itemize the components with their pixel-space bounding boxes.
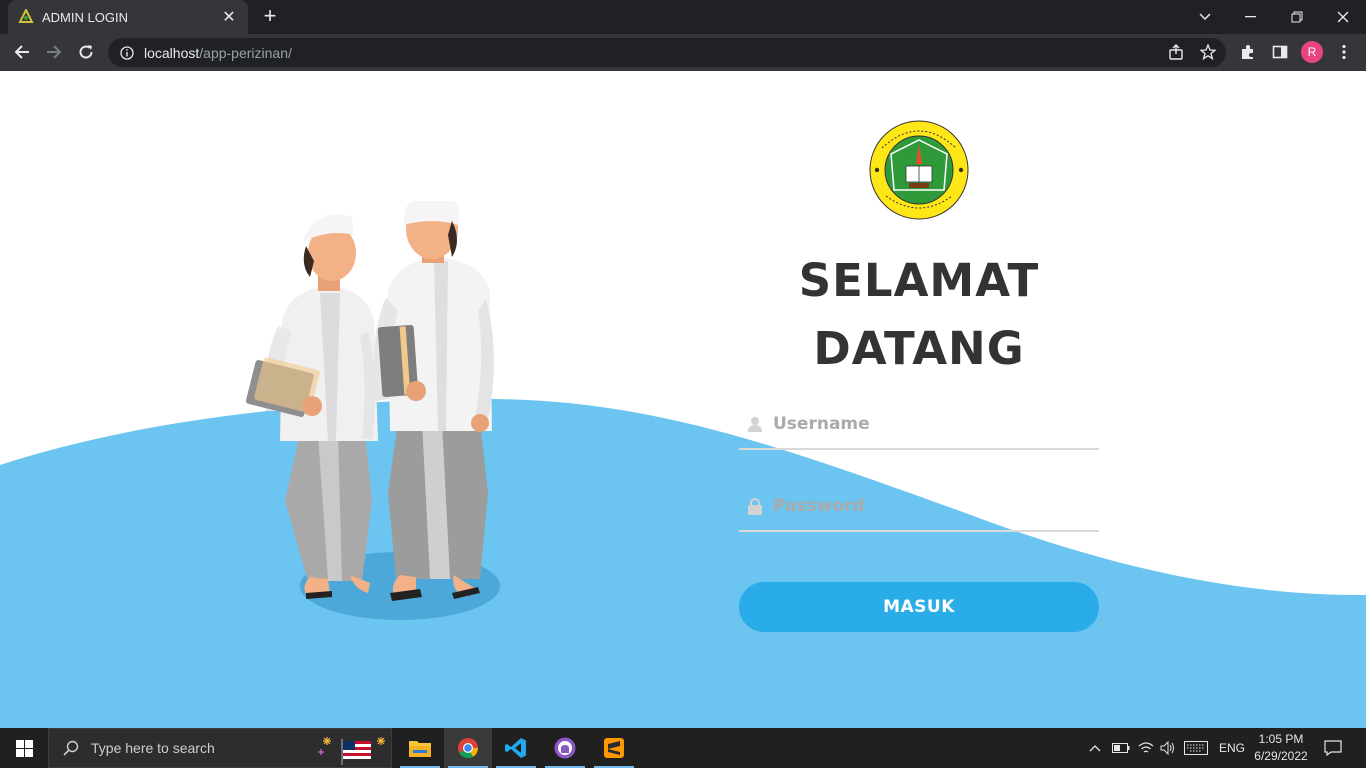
sublime-icon (604, 738, 624, 758)
login-button[interactable]: MASUK (739, 582, 1099, 632)
password-field (739, 482, 1099, 532)
notifications-icon[interactable] (1324, 728, 1342, 768)
profile-avatar[interactable]: R (1301, 41, 1323, 63)
taskbar-github-desktop[interactable] (541, 728, 589, 768)
clock-date: 6/29/2022 (1254, 749, 1308, 763)
taskbar-file-explorer[interactable] (396, 728, 444, 768)
network-icon[interactable] (1138, 728, 1154, 768)
chrome-icon (458, 738, 479, 759)
minimize-button[interactable] (1228, 0, 1274, 34)
welcome-heading: SELAMAT DATANG (739, 247, 1099, 383)
extensions-icon[interactable] (1236, 40, 1260, 64)
tab-title: ADMIN LOGIN (42, 9, 128, 25)
keyboard-icon[interactable] (1184, 728, 1208, 768)
tab-close-icon[interactable]: ✕ (220, 7, 238, 27)
volume-icon[interactable] (1160, 728, 1176, 768)
url-host: localhost (144, 44, 200, 61)
share-icon[interactable] (1164, 40, 1188, 64)
lock-icon (737, 493, 773, 519)
url-path: /app-perizinan/ (199, 44, 292, 61)
tab-search-icon[interactable] (1182, 0, 1228, 34)
username-input[interactable] (773, 414, 1083, 434)
bookmark-star-icon[interactable] (1196, 40, 1220, 64)
close-window-button[interactable] (1320, 0, 1366, 34)
back-button[interactable] (8, 38, 36, 66)
search-placeholder: Type here to search (91, 740, 215, 756)
restore-button[interactable] (1274, 0, 1320, 34)
windows-logo-icon (15, 739, 33, 757)
site-info-icon[interactable] (120, 45, 134, 60)
fireworks-flag-icon (318, 737, 385, 765)
folder-icon (409, 741, 431, 757)
chevron-up-icon (1089, 745, 1101, 752)
taskbar-chrome[interactable] (444, 728, 492, 768)
language-indicator[interactable]: ENG (1219, 728, 1245, 768)
welcome-line-1: SELAMAT (798, 254, 1040, 307)
login-page: SELAMAT DATANG MASUK (0, 71, 1366, 728)
taskbar-sublime-text[interactable] (590, 728, 638, 768)
side-panel-icon[interactable] (1268, 40, 1292, 64)
search-icon (63, 740, 79, 756)
background-wave (0, 398, 1366, 728)
menu-dots-icon[interactable] (1332, 40, 1356, 64)
browser-tab-bar: ADMIN LOGIN ✕ + (0, 0, 1366, 34)
username-field (739, 400, 1099, 450)
show-hidden-icons[interactable] (1088, 728, 1102, 768)
github-icon (554, 737, 576, 759)
pesantren-logo (869, 120, 969, 220)
favicon-icon (18, 9, 34, 23)
battery-icon[interactable] (1112, 728, 1130, 768)
user-icon (737, 411, 773, 437)
taskbar-clock[interactable]: 1:05 PM 6/29/2022 (1248, 731, 1314, 765)
password-input[interactable] (773, 496, 1083, 516)
start-button[interactable] (0, 728, 48, 768)
reload-button[interactable] (72, 38, 100, 66)
new-tab-button[interactable]: + (258, 4, 282, 28)
windows-taskbar: Type here to search ENG 1:05 PM 6/29/202… (0, 728, 1366, 768)
clock-time: 1:05 PM (1258, 732, 1304, 746)
welcome-line-2: DATANG (813, 322, 1025, 375)
santri-illustration (245, 201, 500, 620)
browser-tab[interactable]: ADMIN LOGIN ✕ (8, 0, 248, 34)
vscode-icon (505, 738, 526, 758)
taskbar-vscode[interactable] (492, 728, 540, 768)
forward-button[interactable] (40, 38, 68, 66)
taskbar-search-box[interactable]: Type here to search (48, 728, 392, 768)
browser-toolbar: localhost/app-perizinan/ (0, 34, 1366, 71)
address-bar[interactable]: localhost/app-perizinan/ (108, 38, 1226, 67)
